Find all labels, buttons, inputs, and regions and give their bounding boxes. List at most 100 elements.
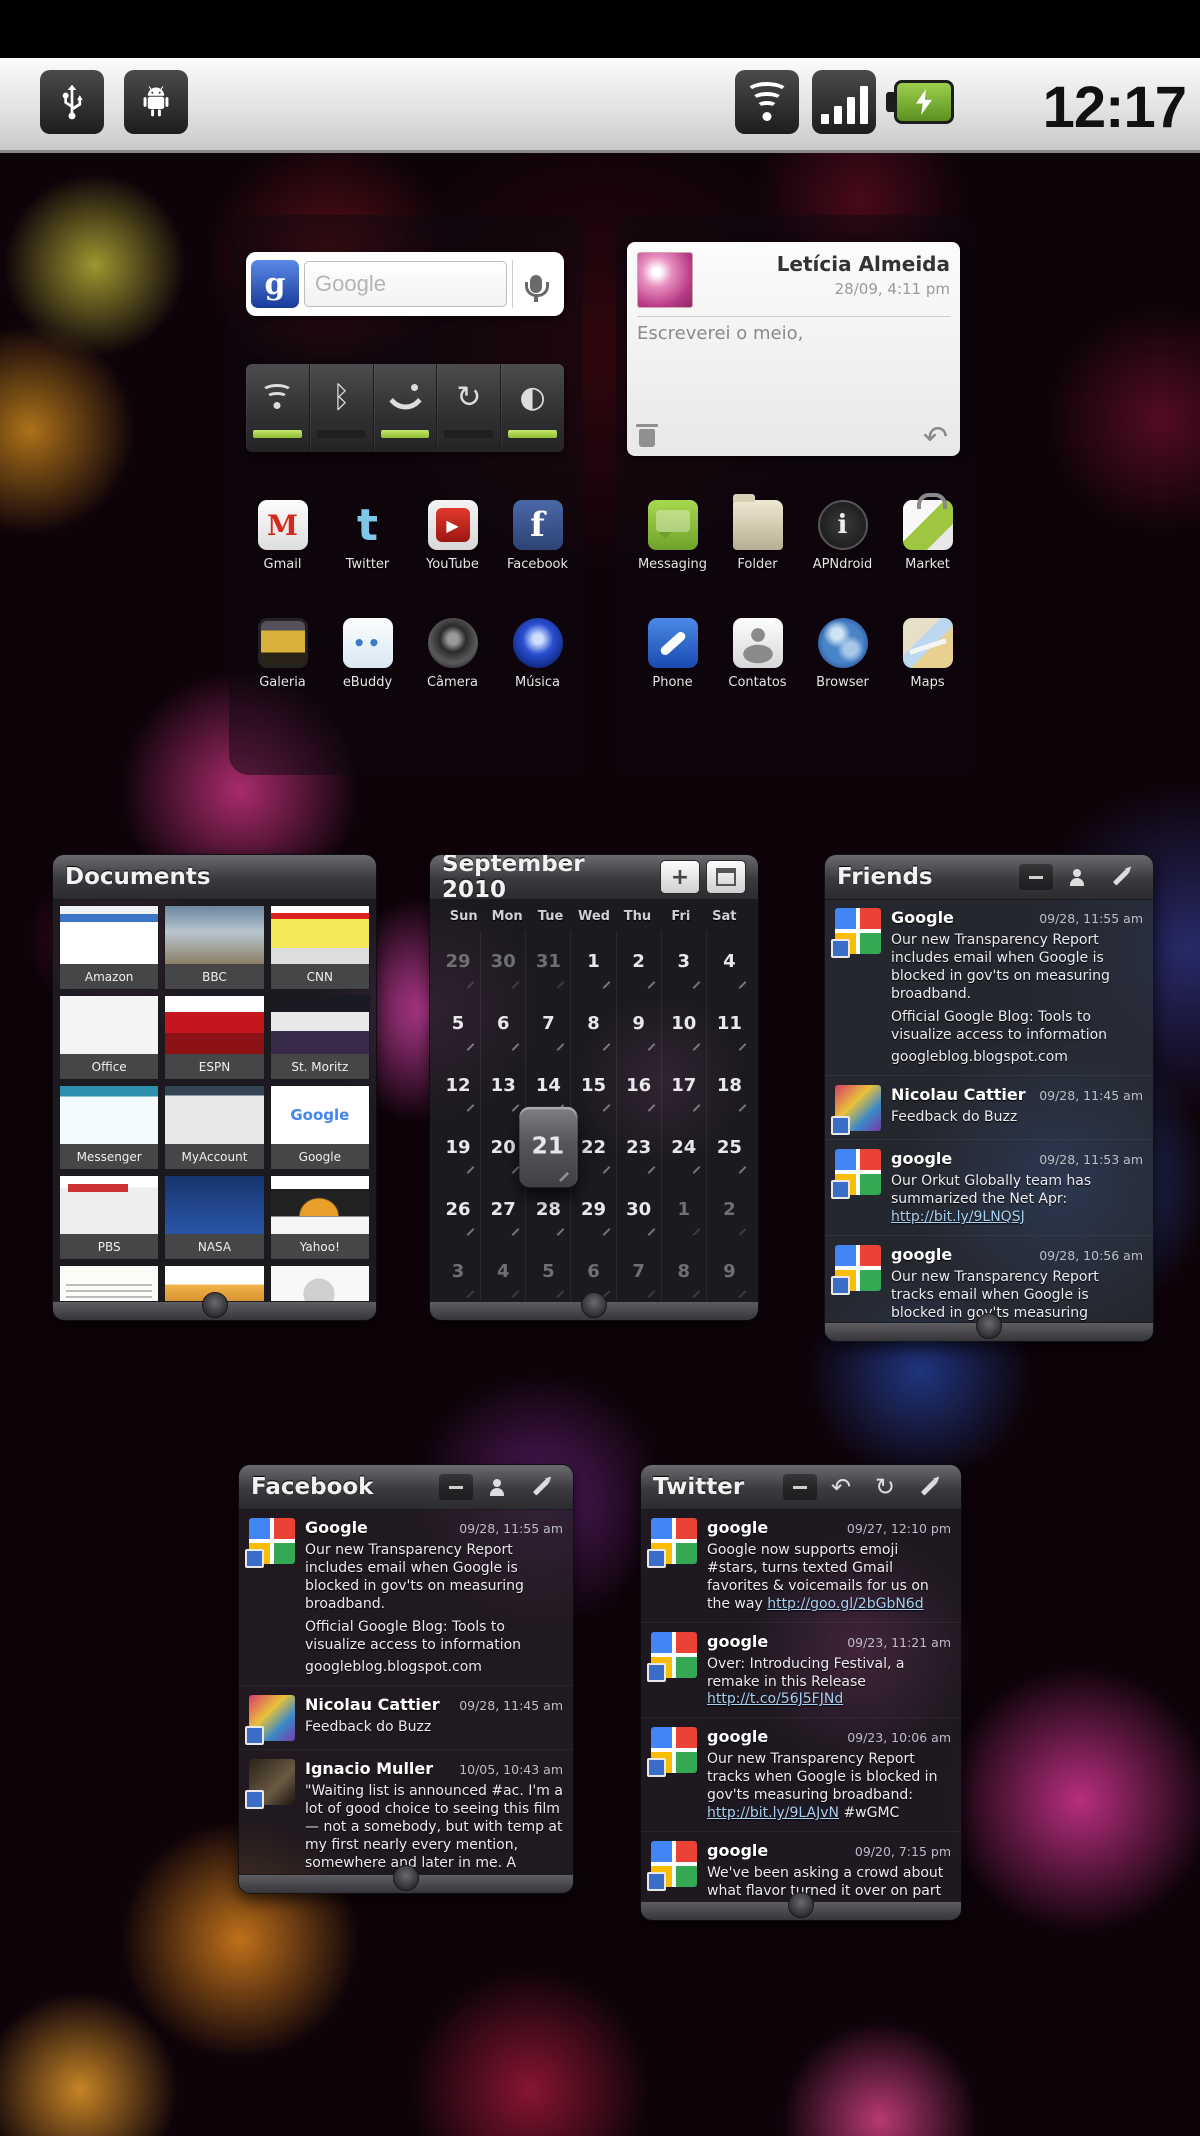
document-thumbnail[interactable]: ESPN xyxy=(164,995,264,1080)
feed-item[interactable]: google09/27, 12:10 pmGoogle now supports… xyxy=(641,1509,961,1623)
calendar-day[interactable]: 4 xyxy=(707,931,752,993)
refresh-button[interactable]: ↻ xyxy=(865,1471,905,1503)
calendar-day[interactable]: 15 xyxy=(571,1055,616,1117)
delete-icon[interactable] xyxy=(639,429,655,447)
friends-widget[interactable]: Friends Google09/28, 11:55 amOur new Tra… xyxy=(824,854,1154,1342)
post-link[interactable]: http://t.co/56J5FJNd xyxy=(707,1691,843,1707)
app-icon-browser[interactable]: Browser xyxy=(800,618,885,690)
document-thumbnail[interactable]: Messenger xyxy=(59,1085,159,1170)
voice-search-button[interactable] xyxy=(512,260,559,308)
toggle-wifi[interactable] xyxy=(246,364,310,452)
app-icon-ebuddy[interactable]: ••eBuddy xyxy=(325,618,410,690)
app-icon-phone[interactable]: Phone xyxy=(630,618,715,690)
status-bar[interactable]: 12:17 xyxy=(0,58,1200,153)
calendar-day[interactable]: 12 xyxy=(436,1055,481,1117)
calendar-day[interactable]: 3 xyxy=(662,931,707,993)
app-icon-maps[interactable]: Maps xyxy=(885,618,970,690)
document-thumbnail[interactable]: Google xyxy=(270,1085,370,1170)
document-thumbnail[interactable]: BBC xyxy=(164,905,264,990)
document-thumbnail[interactable]: MyAccount xyxy=(164,1085,264,1170)
calendar-day[interactable]: 13 xyxy=(481,1055,526,1117)
calendar-day[interactable]: 18 xyxy=(707,1055,752,1117)
post-link[interactable]: http://bit.ly/9LAJvN xyxy=(707,1805,839,1821)
calendar-day[interactable]: 29 xyxy=(436,931,481,993)
minimize-tab[interactable] xyxy=(1019,864,1053,890)
minimize-tab[interactable] xyxy=(439,1474,473,1500)
calendar-widget[interactable]: September 2010 + SunMonTueWedThuFriSat 2… xyxy=(429,854,759,1321)
document-thumbnail[interactable]: PBS xyxy=(59,1175,159,1260)
contacts-button[interactable] xyxy=(477,1471,517,1503)
document-thumbnail[interactable]: Wikipedia xyxy=(270,1265,370,1302)
feed-item[interactable]: Ignacio Muller10/05, 10:43 am"Waiting li… xyxy=(239,1750,573,1875)
app-icon-youtube[interactable]: YouTube xyxy=(410,500,495,572)
contacts-button[interactable] xyxy=(1057,861,1097,893)
widget-resize-bar[interactable] xyxy=(239,1874,573,1893)
post-link[interactable]: http://bit.ly/9LNQSJ xyxy=(891,1209,1025,1225)
feed-item[interactable]: google09/23, 11:21 amOver: Introducing F… xyxy=(641,1623,961,1719)
toggle-brightness[interactable]: ◐ xyxy=(501,364,564,452)
calendar-day[interactable]: 28 xyxy=(526,1178,571,1240)
compose-button[interactable] xyxy=(1101,861,1141,893)
calendar-day[interactable]: 24 xyxy=(662,1116,707,1178)
app-icon-twitter[interactable]: tTwitter xyxy=(325,500,410,572)
calendar-day[interactable]: 8 xyxy=(571,993,616,1055)
calendar-day[interactable]: 30 xyxy=(481,931,526,993)
app-icon-musica[interactable]: Música xyxy=(495,618,580,690)
drag-handle[interactable] xyxy=(788,1892,814,1918)
app-icon-gmail[interactable]: MGmail xyxy=(240,500,325,572)
calendar-day[interactable]: 29 xyxy=(571,1178,616,1240)
facebook-widget[interactable]: Facebook Google09/28, 11:55 amOur new Tr… xyxy=(238,1464,574,1894)
feed-item[interactable]: google09/28, 11:53 amOur Orkut Globally … xyxy=(825,1140,1153,1236)
google-search-widget[interactable]: g xyxy=(246,252,564,316)
calendar-day[interactable]: 21 xyxy=(520,1107,579,1187)
app-icon-market[interactable]: Market xyxy=(885,500,970,572)
calendar-day[interactable]: 31 xyxy=(526,931,571,993)
calendar-day[interactable]: 2 xyxy=(707,1178,752,1240)
app-icon-galeria[interactable]: Galeria xyxy=(240,618,325,690)
drag-handle[interactable] xyxy=(976,1313,1002,1339)
document-thumbnail[interactable]: Journal xyxy=(59,1265,159,1302)
app-icon-facebook[interactable]: fFacebook xyxy=(495,500,580,572)
message-note-widget[interactable]: Letícia Almeida 28/09, 4:11 pm Escrevere… xyxy=(627,242,960,456)
calendar-day[interactable]: 11 xyxy=(707,993,752,1055)
toggle-bluetooth[interactable]: ᛒ xyxy=(310,364,374,452)
app-icon-camera[interactable]: Câmera xyxy=(410,618,495,690)
calendar-day[interactable]: 7 xyxy=(526,993,571,1055)
calendar-day[interactable]: 19 xyxy=(436,1116,481,1178)
calendar-day[interactable]: 22 xyxy=(571,1116,616,1178)
compose-button[interactable] xyxy=(909,1471,949,1503)
power-control-widget[interactable]: ᛒ ↻ ◐ xyxy=(246,364,564,452)
documents-widget[interactable]: Documents AmazonBBCCNNOfficeESPNSt. Mori… xyxy=(52,854,377,1321)
feed-item[interactable]: google09/23, 10:06 amOur new Transparenc… xyxy=(641,1718,961,1832)
calendar-day[interactable]: 5 xyxy=(436,993,481,1055)
calendar-day[interactable]: 16 xyxy=(617,1055,662,1117)
document-thumbnail[interactable]: NASA xyxy=(164,1175,264,1260)
minimize-tab[interactable] xyxy=(783,1474,817,1500)
feed-item[interactable]: Google09/28, 11:55 amOur new Transparenc… xyxy=(239,1509,573,1686)
calendar-day[interactable]: 5 xyxy=(526,1240,571,1302)
calendar-day[interactable]: 26 xyxy=(436,1178,481,1240)
calendar-day[interactable]: 4 xyxy=(481,1240,526,1302)
calendar-day[interactable]: 10 xyxy=(662,993,707,1055)
calendar-day[interactable]: 30 xyxy=(617,1178,662,1240)
app-icon-folder[interactable]: Folder xyxy=(715,500,800,572)
calendar-day[interactable]: 25 xyxy=(707,1116,752,1178)
compose-button[interactable] xyxy=(521,1471,561,1503)
calendar-day[interactable]: 1 xyxy=(571,931,616,993)
calendar-day[interactable]: 23 xyxy=(617,1116,662,1178)
toggle-sync[interactable]: ↻ xyxy=(437,364,501,452)
document-thumbnail[interactable]: CNN xyxy=(270,905,370,990)
reply-icon[interactable]: ↶ xyxy=(923,428,948,448)
feed-item[interactable]: google09/28, 10:56 amOur new Transparenc… xyxy=(825,1236,1153,1323)
drag-handle[interactable] xyxy=(202,1292,228,1318)
app-icon-messaging[interactable]: Messaging xyxy=(630,500,715,572)
feed-item[interactable]: Nicolau Cattier09/28, 11:45 amFeedback d… xyxy=(239,1686,573,1750)
calendar-day[interactable]: 2 xyxy=(617,931,662,993)
widget-resize-bar[interactable] xyxy=(430,1301,758,1320)
calendar-day[interactable]: 6 xyxy=(481,993,526,1055)
drag-handle[interactable] xyxy=(581,1292,607,1318)
change-view-button[interactable] xyxy=(706,860,746,894)
calendar-day[interactable]: 7 xyxy=(617,1240,662,1302)
toggle-gps[interactable] xyxy=(374,364,438,452)
calendar-day[interactable]: 1 xyxy=(662,1178,707,1240)
